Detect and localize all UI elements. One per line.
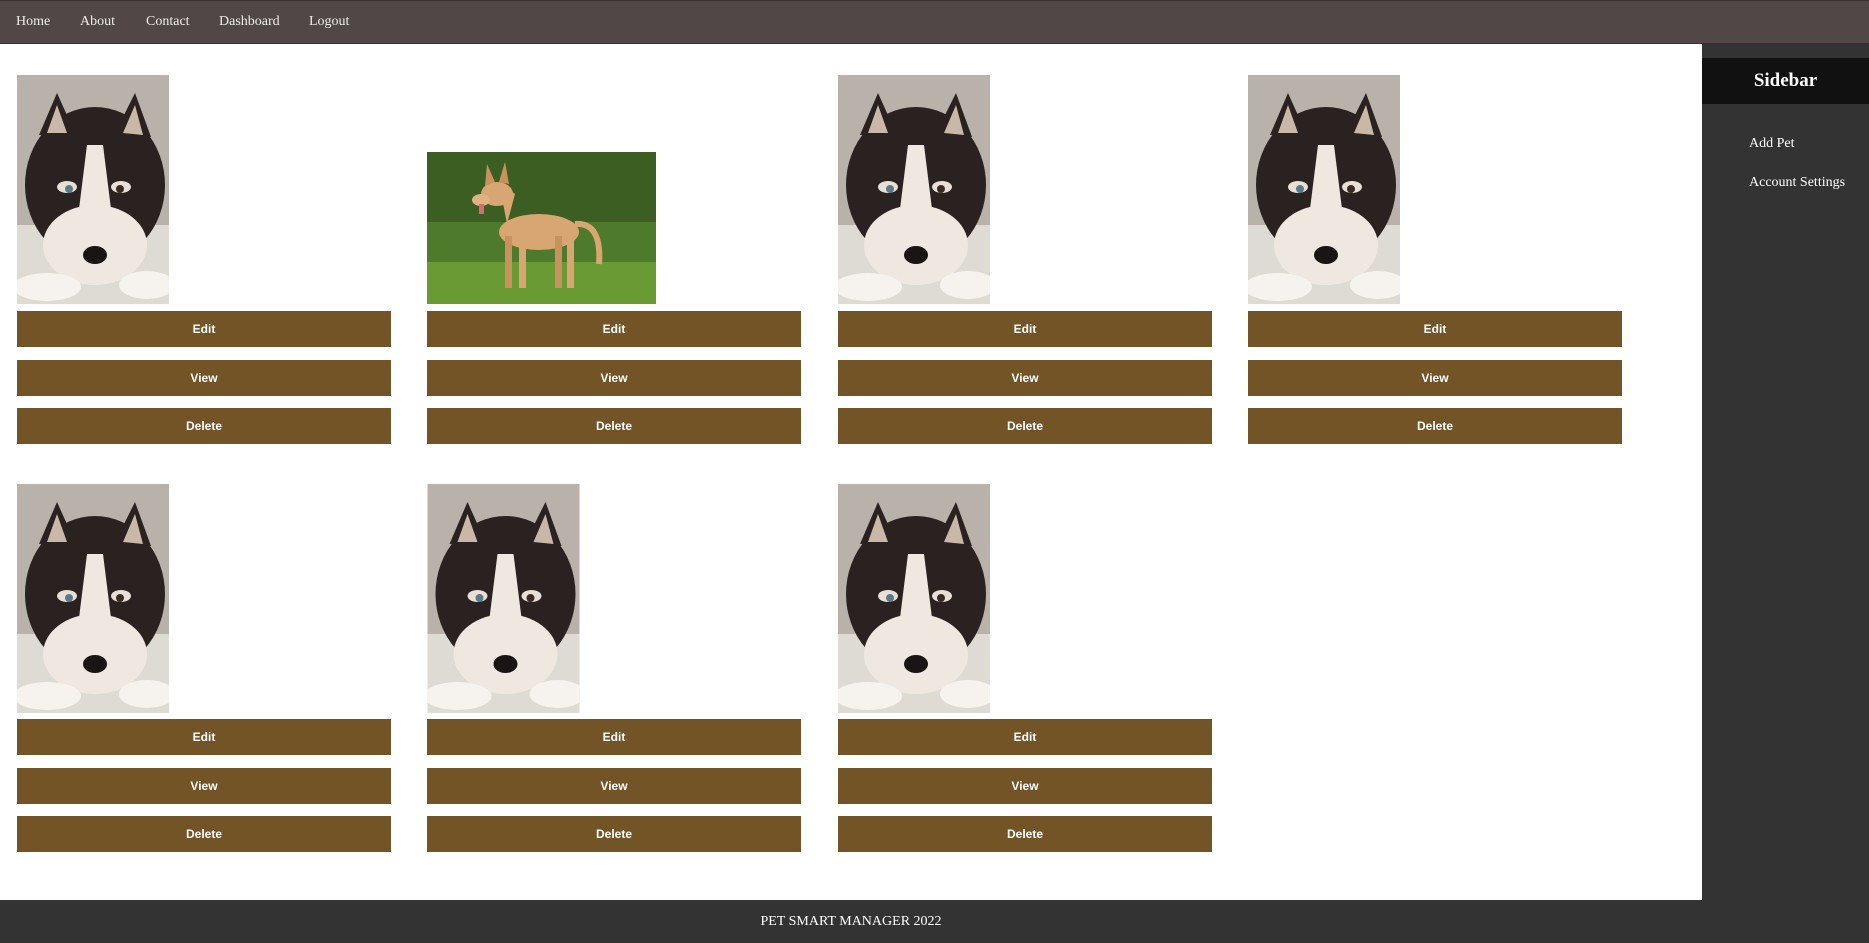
delete-button[interactable]: Delete <box>838 816 1212 852</box>
sidebar: Sidebar Add Pet Account Settings <box>1702 44 1869 943</box>
delete-button[interactable]: Delete <box>427 408 801 444</box>
edit-button[interactable]: Edit <box>838 311 1212 347</box>
husky-puppy-photo <box>17 484 169 713</box>
husky-puppy-photo <box>838 75 990 304</box>
pet-card: Edit View Delete <box>427 75 801 444</box>
pet-card: Edit View Delete <box>838 75 1212 444</box>
sidebar-item-add-pet[interactable]: Add Pet <box>1749 136 1795 152</box>
view-button[interactable]: View <box>17 768 391 804</box>
husky-puppy-photo <box>838 484 990 713</box>
pet-card: Edit View Delete <box>427 484 801 853</box>
edit-button[interactable]: Edit <box>1248 311 1622 347</box>
delete-button[interactable]: Delete <box>427 816 801 852</box>
tan-dog-photo <box>427 152 656 304</box>
delete-button[interactable]: Delete <box>17 408 391 444</box>
husky-puppy-photo <box>1248 75 1400 304</box>
delete-button[interactable]: Delete <box>1248 408 1622 444</box>
edit-button[interactable]: Edit <box>17 311 391 347</box>
pet-card: Edit View Delete <box>17 75 391 444</box>
view-button[interactable]: View <box>427 360 801 396</box>
view-button[interactable]: View <box>838 768 1212 804</box>
pet-card: Edit View Delete <box>838 484 1212 853</box>
delete-button[interactable]: Delete <box>17 816 391 852</box>
sidebar-title: Sidebar <box>1702 58 1869 104</box>
nav-about-link[interactable]: About <box>80 14 115 30</box>
nav-contact-link[interactable]: Contact <box>146 14 190 30</box>
nav-home-link[interactable]: Home <box>16 14 50 30</box>
footer-text: PET SMART MANAGER 2022 <box>760 914 942 929</box>
pet-card: Edit View Delete <box>17 484 391 853</box>
delete-button[interactable]: Delete <box>838 408 1212 444</box>
edit-button[interactable]: Edit <box>427 719 801 755</box>
husky-puppy-photo <box>17 75 169 304</box>
pet-card: Edit View Delete <box>1248 75 1622 444</box>
edit-button[interactable]: Edit <box>838 719 1212 755</box>
husky-puppy-photo <box>427 484 580 713</box>
nav-dashboard-link[interactable]: Dashboard <box>219 14 280 30</box>
nav-logout-link[interactable]: Logout <box>309 14 349 30</box>
view-button[interactable]: View <box>1248 360 1622 396</box>
top-navbar: Home About Contact Dashboard Logout <box>0 0 1869 44</box>
view-button[interactable]: View <box>838 360 1212 396</box>
edit-button[interactable]: Edit <box>427 311 801 347</box>
footer: PET SMART MANAGER 2022 <box>0 900 1702 943</box>
edit-button[interactable]: Edit <box>17 719 391 755</box>
sidebar-item-account-settings[interactable]: Account Settings <box>1749 175 1845 191</box>
view-button[interactable]: View <box>427 768 801 804</box>
view-button[interactable]: View <box>17 360 391 396</box>
